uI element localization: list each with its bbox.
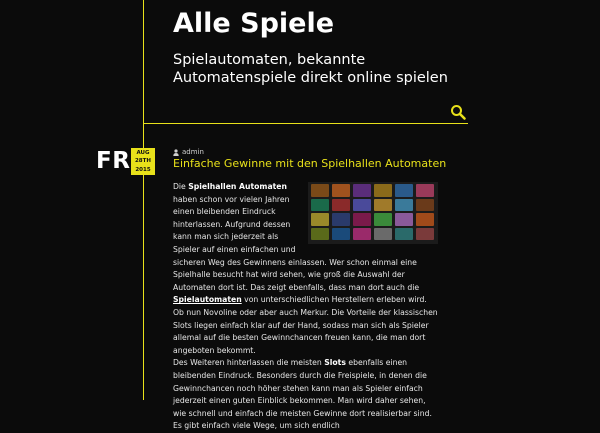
spielautomaten-link[interactable]: Spielautomaten xyxy=(173,295,242,304)
search-icon[interactable] xyxy=(450,104,466,120)
post-day-abbr: FR xyxy=(96,148,131,174)
post-author[interactable]: admin xyxy=(182,148,204,156)
vertical-divider xyxy=(143,0,144,400)
post-paragraph: Des Weiteren hinterlassen die meisten Sl… xyxy=(173,358,432,431)
keyword-slots: Slots xyxy=(324,358,346,368)
user-icon xyxy=(173,148,179,156)
keyword-spielhallen-automaten: Spielhallen Automaten xyxy=(188,182,287,191)
header-divider xyxy=(143,123,468,124)
post-meta: admin xyxy=(173,148,204,156)
post-title-link[interactable]: Einfache Gewinne mit den Spielhallen Aut… xyxy=(173,157,446,170)
date-day: 28TH xyxy=(134,158,151,165)
site-tagline: Spielautomaten, bekannte Automatenspiele… xyxy=(173,52,448,86)
post-content: Die Spielhallen Automaten haben schon vo… xyxy=(173,181,438,433)
post-date-badge: AUG 28TH 2015 xyxy=(131,148,155,175)
date-year: 2015 xyxy=(135,166,151,173)
date-month: AUG xyxy=(136,150,150,156)
site-title[interactable]: Alle Spiele xyxy=(173,8,334,39)
